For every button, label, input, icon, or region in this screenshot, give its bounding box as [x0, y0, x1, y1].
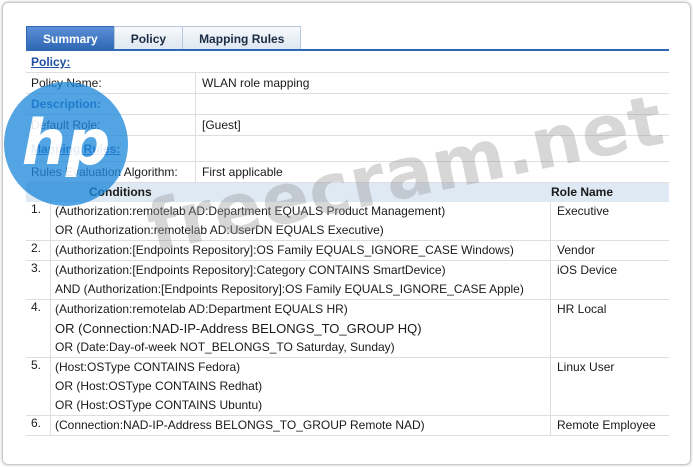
rule-role-name: HR Local [557, 302, 607, 316]
tab-bar: Summary Policy Mapping Rules [26, 26, 302, 50]
condition-line: AND (Authorization:[Endpoints Repository… [55, 282, 524, 296]
condition-line: (Authorization:[Endpoints Repository]:OS… [55, 243, 514, 257]
policy-name-label: Policy Name: [26, 73, 196, 93]
policy-name-value: WLAN role mapping [202, 76, 310, 90]
tab-mapping-rules[interactable]: Mapping Rules [182, 26, 302, 50]
rule-number: 6. [26, 416, 51, 435]
description-value [196, 94, 669, 114]
rule-number: 4. [26, 300, 51, 357]
rule-row: 3. (Authorization:[Endpoints Repository]:… [26, 261, 669, 300]
rule-conditions: (Authorization:remotelab AD:Department E… [51, 202, 551, 240]
condition-line: OR (Host:OSType CONTAINS Ubuntu) [55, 398, 263, 412]
rule-row: 1. (Authorization:remotelab AD:Department… [26, 202, 669, 241]
rule-conditions: (Authorization:remotelab AD:Department E… [51, 300, 551, 357]
description-row: Description: [26, 94, 669, 115]
condition-line: OR (Connection:NAD-IP-Address BELONGS_TO… [55, 321, 422, 336]
rule-conditions: (Host:OSType CONTAINS Fedora) OR (Host:OS… [51, 358, 551, 415]
tab-underline [26, 49, 669, 51]
rule-conditions: (Authorization:[Endpoints Repository]:Ca… [51, 261, 551, 299]
rule-row: 6. (Connection:NAD-IP-Address BELONGS_TO_… [26, 416, 669, 436]
rule-row: 2. (Authorization:[Endpoints Repository]:… [26, 241, 669, 261]
rule-role-name: Vendor [557, 243, 596, 257]
condition-line: (Connection:NAD-IP-Address BELONGS_TO_GR… [55, 418, 425, 432]
default-role-label: Default Role: [26, 115, 196, 135]
description-label: Description: [26, 94, 196, 114]
rule-number: 3. [26, 261, 51, 299]
rule-role-name: Executive [557, 204, 610, 218]
rule-role-name: iOS Device [557, 263, 618, 277]
rule-number: 1. [26, 202, 51, 240]
summary-panel: Policy: Policy Name: WLAN role mapping D… [26, 52, 669, 436]
default-role-row: Default Role: [Guest] [26, 115, 669, 136]
mapping-rules-header: Mapping Rules: [26, 136, 196, 161]
policy-section-header: Policy: [26, 52, 669, 73]
mapping-rules-header-row: Mapping Rules: [26, 136, 669, 162]
condition-line: (Authorization:remotelab AD:Department E… [55, 204, 446, 218]
tab-policy[interactable]: Policy [113, 26, 184, 50]
condition-line: OR (Host:OSType CONTAINS Redhat) [55, 379, 263, 393]
conditions-column-header: Conditions [89, 185, 152, 199]
condition-line: (Authorization:[Endpoints Repository]:Ca… [55, 263, 446, 277]
condition-line: (Authorization:remotelab AD:Department E… [55, 302, 348, 316]
condition-line: OR (Date:Day-of-week NOT_BELONGS_TO Satu… [55, 340, 395, 354]
mapping-rules-header-spacer [196, 136, 669, 161]
rule-row: 4. (Authorization:remotelab AD:Department… [26, 300, 669, 358]
policy-name-row: Policy Name: WLAN role mapping [26, 73, 669, 94]
default-role-value: [Guest] [202, 118, 241, 132]
rule-conditions: (Authorization:[Endpoints Repository]:OS… [51, 241, 551, 260]
rules-table-body: 1. (Authorization:remotelab AD:Department… [26, 202, 669, 436]
condition-line: (Host:OSType CONTAINS Fedora) [55, 360, 241, 374]
rule-row: 5. (Host:OSType CONTAINS Fedora) OR (Host:… [26, 358, 669, 416]
algorithm-label: Rules Evaluation Algorithm: [26, 162, 196, 182]
rule-conditions: (Connection:NAD-IP-Address BELONGS_TO_GR… [51, 416, 551, 435]
condition-line: OR (Authorization:remotelab AD:UserDN EQ… [55, 223, 384, 237]
rule-number: 5. [26, 358, 51, 415]
rule-role-name: Remote Employee [557, 418, 656, 432]
rule-role-name: Linux User [557, 360, 615, 374]
tab-summary[interactable]: Summary [26, 26, 115, 50]
algorithm-row: Rules Evaluation Algorithm: First applic… [26, 162, 669, 183]
rules-table-header: Conditions Role Name [26, 183, 669, 202]
algorithm-value: First applicable [202, 165, 283, 179]
rule-number: 2. [26, 241, 51, 260]
num-column-header [26, 183, 51, 202]
role-column-header: Role Name [551, 185, 614, 199]
